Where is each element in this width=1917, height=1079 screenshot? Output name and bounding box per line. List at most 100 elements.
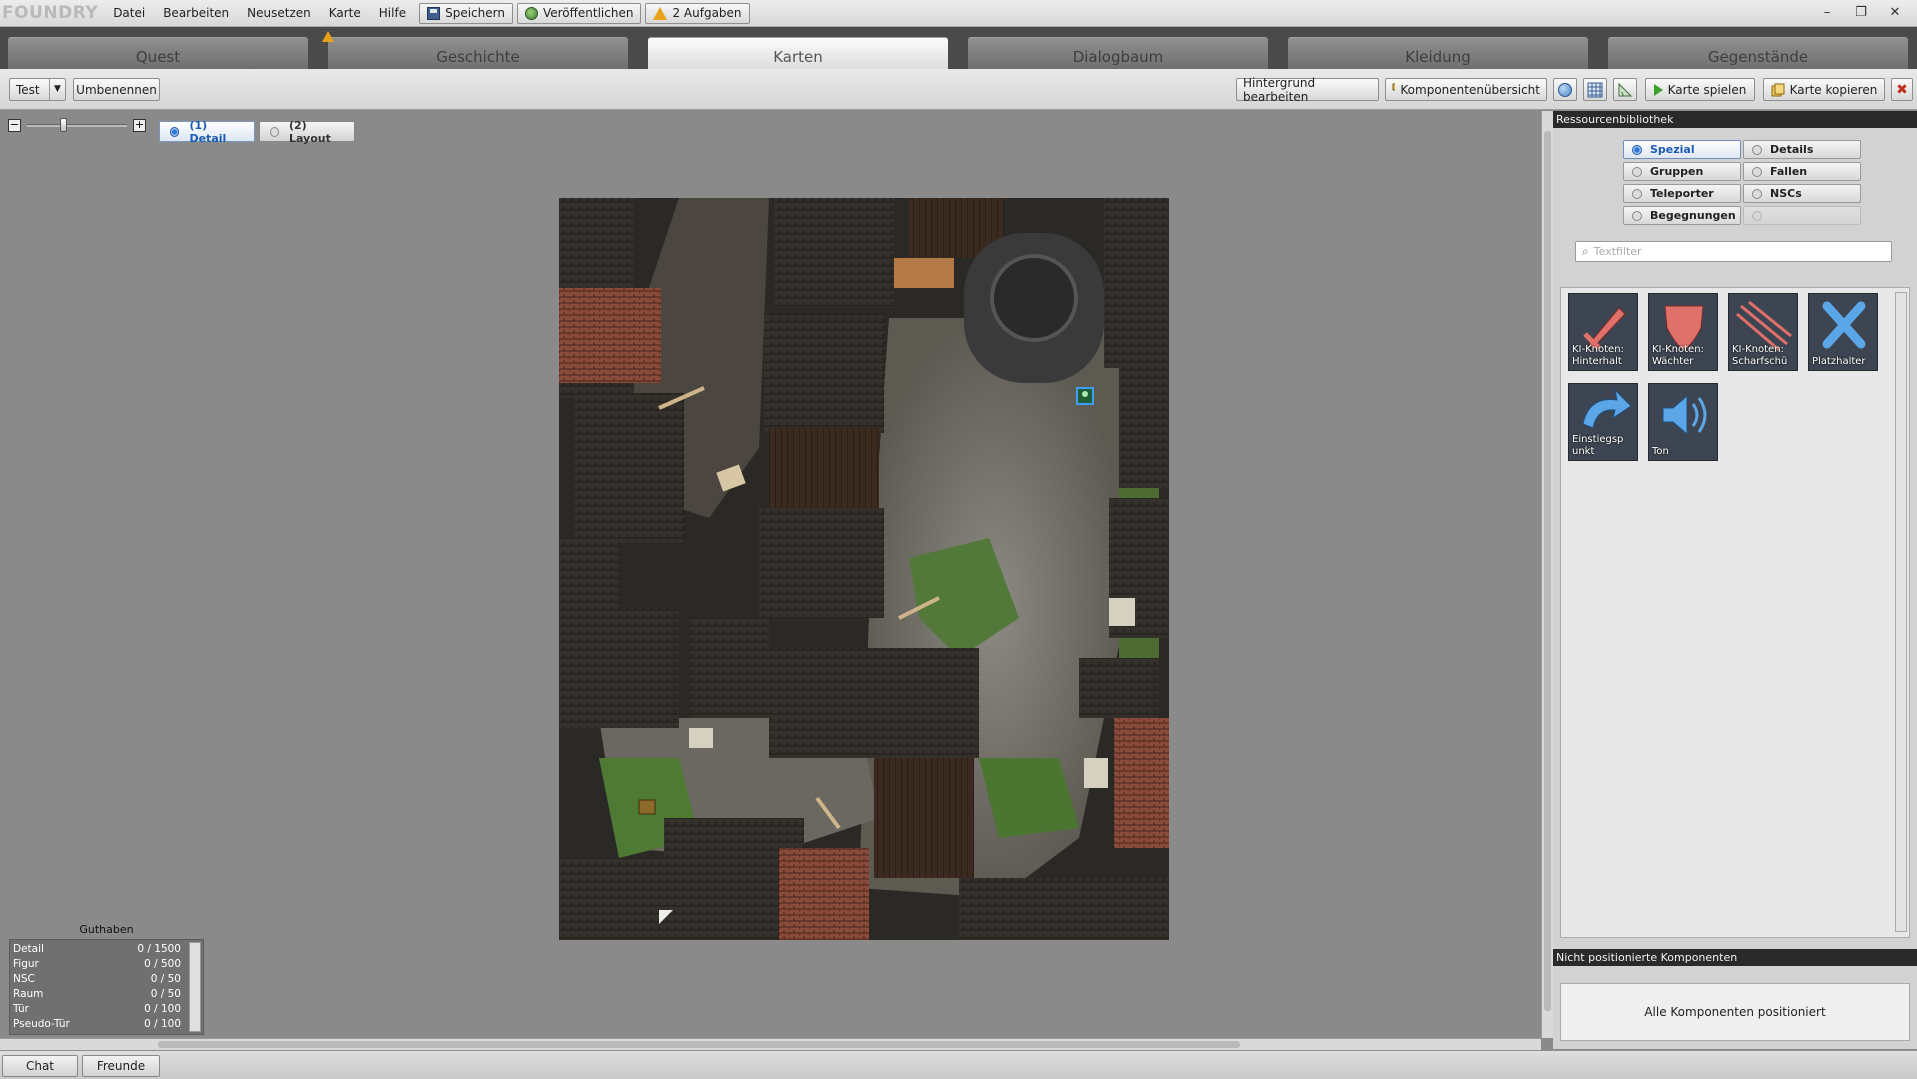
app-logo: FOUNDRY bbox=[2, 3, 99, 23]
resource-grid-scrollbar[interactable] bbox=[1895, 292, 1907, 932]
circle-tool-button[interactable] bbox=[1553, 78, 1577, 101]
category-teleporter[interactable]: Teleporter bbox=[1623, 184, 1741, 203]
category-nscs[interactable]: NSCs bbox=[1743, 184, 1861, 203]
canvas-horizontal-scrollbar[interactable] bbox=[0, 1038, 1541, 1050]
component-overview-button[interactable]: Komponentenübersicht bbox=[1385, 78, 1547, 101]
menu-bearbeiten[interactable]: Bearbeiten bbox=[154, 0, 238, 27]
credit-row: Raum 0 / 50 bbox=[13, 987, 181, 1002]
close-window-button[interactable]: ✕ bbox=[1880, 0, 1910, 27]
view-layout-button[interactable]: (2) Layout bbox=[259, 119, 355, 145]
view-detail-button[interactable]: (1) Detail bbox=[159, 119, 255, 145]
category-label: NSCs bbox=[1770, 187, 1802, 200]
tab-gegenstaende[interactable]: Gegenstände bbox=[1608, 37, 1908, 69]
category-label: Gruppen bbox=[1650, 165, 1704, 178]
ruler-angle-icon bbox=[1618, 82, 1633, 96]
credits-panel: Guthaben Detail 0 / 1500 Figur 0 / 500 NSC… bbox=[9, 923, 204, 1035]
zoom-slider-thumb[interactable] bbox=[60, 118, 67, 132]
publish-button[interactable]: Veröffentlichen bbox=[516, 2, 642, 24]
search-icon: ⌕ bbox=[1582, 244, 1589, 258]
radio-selected-icon bbox=[170, 126, 180, 137]
category-label: Fallen bbox=[1770, 165, 1808, 178]
delete-map-button[interactable]: ✖ bbox=[1891, 78, 1913, 101]
radio-unselected-icon bbox=[270, 126, 279, 137]
credit-name: NSC bbox=[13, 973, 35, 985]
credit-name: Tür bbox=[13, 1003, 29, 1015]
menu-datei[interactable]: Datei bbox=[104, 0, 154, 27]
menu-hilfe[interactable]: Hilfe bbox=[370, 0, 415, 27]
map-select-dropdown[interactable]: Test ▼ bbox=[9, 78, 66, 101]
vertical-scroll-thumb[interactable] bbox=[1544, 131, 1551, 1011]
copy-icon bbox=[1771, 83, 1785, 96]
minimize-button[interactable]: – bbox=[1812, 0, 1842, 27]
tab-geschichte[interactable]: Geschichte bbox=[328, 37, 628, 69]
play-map-label: Karte spielen bbox=[1667, 82, 1747, 97]
resource-label: Einstiegsp unkt bbox=[1572, 434, 1624, 457]
circle-icon bbox=[1558, 82, 1572, 97]
copy-map-button[interactable]: Karte kopieren bbox=[1763, 78, 1885, 101]
credits-list: Detail 0 / 1500 Figur 0 / 500 NSC 0 / 50 Ra… bbox=[9, 939, 204, 1035]
radio-unselected-icon bbox=[1752, 188, 1762, 199]
resource-item[interactable]: Einstiegsp unkt bbox=[1568, 383, 1638, 461]
credit-value: 0 / 50 bbox=[150, 973, 181, 985]
credit-name: Raum bbox=[13, 988, 44, 1000]
tab-karten[interactable]: Karten bbox=[648, 37, 948, 70]
rename-button[interactable]: Umbenennen bbox=[73, 78, 160, 101]
menu-bar: FOUNDRY Datei Bearbeiten Neusetzen Karte… bbox=[0, 0, 1917, 27]
resource-label: Ton bbox=[1652, 446, 1669, 457]
save-label: Speichern bbox=[445, 6, 505, 20]
floppy-disk-icon bbox=[427, 6, 441, 20]
category-fallen[interactable]: Fallen bbox=[1743, 162, 1861, 181]
credits-scrollbar[interactable] bbox=[189, 942, 201, 1032]
library-title: Ressourcenbibliothek bbox=[1553, 111, 1917, 128]
speaker-icon bbox=[1662, 394, 1707, 436]
edit-background-button[interactable]: Hintergrund bearbeiten bbox=[1236, 76, 1379, 104]
chevron-down-icon: ▼ bbox=[49, 79, 65, 100]
category-begegnungen[interactable]: Begegnungen bbox=[1623, 206, 1741, 225]
save-button[interactable]: Speichern bbox=[419, 2, 513, 24]
resource-item[interactable]: Ton bbox=[1648, 383, 1718, 461]
play-map-button[interactable]: Karte spielen bbox=[1645, 78, 1755, 101]
category-empty bbox=[1743, 206, 1861, 225]
resource-item[interactable]: KI-Knoten: Hinterhalt bbox=[1568, 293, 1638, 371]
zoom-out-button[interactable]: − bbox=[8, 119, 21, 132]
resource-item[interactable]: KI-Knoten: Wächter bbox=[1648, 293, 1718, 371]
zoom-slider[interactable] bbox=[27, 118, 127, 132]
category-details[interactable]: Details bbox=[1743, 140, 1861, 159]
tab-warning-icon bbox=[322, 31, 334, 42]
category-spezial[interactable]: Spezial bbox=[1623, 140, 1741, 159]
chat-button[interactable]: Chat bbox=[2, 1055, 78, 1077]
horizontal-scroll-thumb[interactable] bbox=[158, 1041, 1240, 1048]
credit-value: 0 / 500 bbox=[144, 958, 181, 970]
grid-toggle-button[interactable] bbox=[1583, 78, 1607, 101]
credit-value: 0 / 100 bbox=[144, 1003, 181, 1015]
component-overview-label: Komponentenübersicht bbox=[1400, 82, 1540, 97]
resource-label: KI-Knoten: Wächter bbox=[1652, 344, 1704, 367]
category-gruppen[interactable]: Gruppen bbox=[1623, 162, 1741, 181]
credit-name: Figur bbox=[13, 958, 39, 970]
tab-kleidung[interactable]: Kleidung bbox=[1288, 37, 1588, 69]
friends-button[interactable]: Freunde bbox=[82, 1055, 160, 1077]
warning-icon bbox=[653, 6, 668, 20]
canvas-vertical-scrollbar[interactable] bbox=[1541, 111, 1553, 1038]
credit-name: Detail bbox=[13, 943, 44, 955]
resource-item[interactable]: Platzhalter bbox=[1808, 293, 1878, 371]
menu-karte[interactable]: Karte bbox=[320, 0, 370, 27]
tab-quest[interactable]: Quest bbox=[8, 37, 308, 69]
map-canvas-area[interactable]: − + (1) Detail (2) Layout Guthaben Detai… bbox=[0, 111, 1541, 1038]
measure-tool-button[interactable] bbox=[1613, 78, 1637, 101]
restore-button[interactable]: ❐ bbox=[1846, 0, 1876, 27]
radio-unselected-icon bbox=[1752, 144, 1762, 155]
tasks-button[interactable]: 2 Aufgaben bbox=[645, 2, 750, 24]
zoom-in-button[interactable]: + bbox=[133, 119, 146, 132]
unplaced-title: Nicht positionierte Komponenten bbox=[1553, 949, 1917, 966]
play-icon bbox=[1653, 83, 1663, 96]
category-label: Spezial bbox=[1650, 143, 1695, 156]
tab-dialogbaum[interactable]: Dialogbaum bbox=[968, 37, 1268, 69]
map-image[interactable] bbox=[559, 198, 1169, 940]
text-filter-input[interactable]: ⌕ Textfilter bbox=[1575, 241, 1892, 262]
resource-item[interactable]: KI-Knoten: Scharfschü bbox=[1728, 293, 1798, 371]
radio-selected-icon bbox=[1632, 144, 1642, 155]
menu-neusetzen[interactable]: Neusetzen bbox=[238, 0, 320, 27]
credit-value: 0 / 1500 bbox=[137, 943, 181, 955]
credit-row: Pseudo-Tür 0 / 100 bbox=[13, 1017, 181, 1032]
